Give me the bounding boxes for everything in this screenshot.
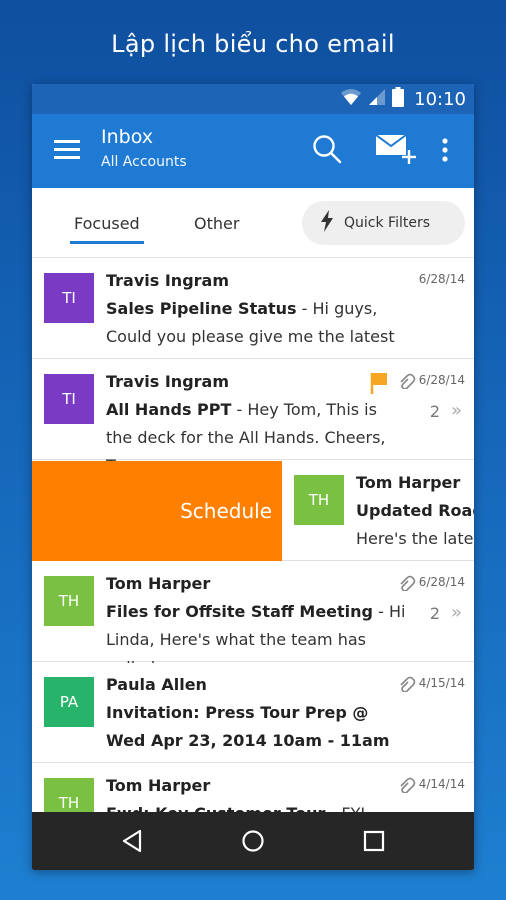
wifi-icon xyxy=(340,88,362,110)
message-snippet: Invitation: Press Tour Prep @ Wed Apr 23… xyxy=(106,699,406,755)
message-snippet: Fwd: Key Customer Tour - FYI. Docs xyxy=(106,800,406,812)
thread-count: 2 xyxy=(429,402,440,421)
message-list: TI Travis Ingram Sales Pipeline Status -… xyxy=(32,259,474,812)
promo-caption: Lập lịch biểu cho email xyxy=(111,30,395,58)
message-subject: Updated Roadmap xyxy=(356,501,474,520)
message-sender: Tom Harper xyxy=(356,473,461,492)
message-sender: Travis Ingram xyxy=(106,271,230,290)
compose-icon[interactable] xyxy=(375,132,417,170)
avatar: TI xyxy=(44,273,94,323)
message-row[interactable]: Schedule TH Tom Harper Updated Roadmap He… xyxy=(32,461,474,561)
message-row[interactable]: TH Tom Harper Files for Offsite Staff Me… xyxy=(32,562,474,677)
message-snippet: Updated Roadmap Here's the latest xyxy=(356,497,474,553)
phone-screen: 10:10 Inbox All Accounts Focused Other Q… xyxy=(32,84,474,870)
back-icon[interactable] xyxy=(112,821,152,861)
signal-icon xyxy=(368,88,386,110)
quick-filters-label: Quick Filters xyxy=(344,215,431,231)
avatar: TH xyxy=(44,576,94,626)
attachment-icon xyxy=(398,676,416,696)
message-date: 4/14/14 xyxy=(418,777,465,791)
thread-count: 2 xyxy=(429,604,440,623)
account-subtitle[interactable]: All Accounts xyxy=(101,154,187,170)
lightning-icon xyxy=(320,210,334,236)
avatar: TH xyxy=(294,475,344,525)
recents-icon[interactable] xyxy=(354,821,394,861)
message-sender: Tom Harper xyxy=(106,776,211,795)
message-row[interactable]: TH Tom Harper Fwd: Key Customer Tour - F… xyxy=(32,764,474,812)
message-subject: Fwd: Key Customer Tour xyxy=(106,804,325,812)
inbox-tabs: Focused Other Quick Filters xyxy=(32,188,474,258)
message-sender: Tom Harper xyxy=(106,574,211,593)
message-row[interactable]: TI Travis Ingram All Hands PPT - Hey Tom… xyxy=(32,360,474,475)
system-nav-bar xyxy=(32,812,474,870)
search-icon[interactable] xyxy=(312,134,342,168)
schedule-label: Schedule xyxy=(180,499,272,523)
message-row[interactable]: TI Travis Ingram Sales Pipeline Status -… xyxy=(32,259,474,374)
avatar: TI xyxy=(44,374,94,424)
avatar: TH xyxy=(44,778,94,812)
schedule-swipe-action[interactable]: Schedule xyxy=(32,461,282,561)
chevron-double-icon[interactable]: » xyxy=(451,602,462,623)
message-subject: Sales Pipeline Status xyxy=(106,299,297,318)
battery-icon xyxy=(392,87,405,111)
home-icon[interactable] xyxy=(233,821,273,861)
avatar: PA xyxy=(44,677,94,727)
message-date: 6/28/14 xyxy=(418,272,465,286)
app-bar-titles: Inbox All Accounts xyxy=(101,126,187,170)
attachment-icon xyxy=(398,373,416,393)
menu-icon[interactable] xyxy=(54,140,80,160)
attachment-icon xyxy=(398,777,416,797)
tab-other[interactable]: Other xyxy=(194,214,239,233)
message-subject: Files for Offsite Staff Meeting xyxy=(106,602,373,621)
message-subject: All Hands PPT xyxy=(106,400,232,419)
inbox-title: Inbox xyxy=(101,126,153,148)
quick-filters-button[interactable]: Quick Filters xyxy=(302,201,465,245)
message-sender: Paula Allen xyxy=(106,675,207,694)
message-preview: Here's the latest xyxy=(356,529,474,548)
tab-focused[interactable]: Focused xyxy=(70,214,144,244)
chevron-double-icon[interactable]: » xyxy=(451,400,462,421)
message-date: 4/15/14 xyxy=(418,676,465,690)
message-sender: Travis Ingram xyxy=(106,372,230,391)
message-subject: Invitation: Press Tour Prep @ Wed Apr 23… xyxy=(106,703,390,750)
flag-icon[interactable] xyxy=(370,372,388,398)
message-row[interactable]: PA Paula Allen Invitation: Press Tour Pr… xyxy=(32,663,474,763)
status-bar: 10:10 xyxy=(32,84,474,114)
more-icon[interactable] xyxy=(440,138,450,168)
message-date: 6/28/14 xyxy=(418,575,465,589)
attachment-icon xyxy=(398,575,416,595)
message-date: 6/28/14 xyxy=(418,373,465,387)
status-time: 10:10 xyxy=(414,88,466,110)
app-bar: Inbox All Accounts xyxy=(32,114,474,188)
